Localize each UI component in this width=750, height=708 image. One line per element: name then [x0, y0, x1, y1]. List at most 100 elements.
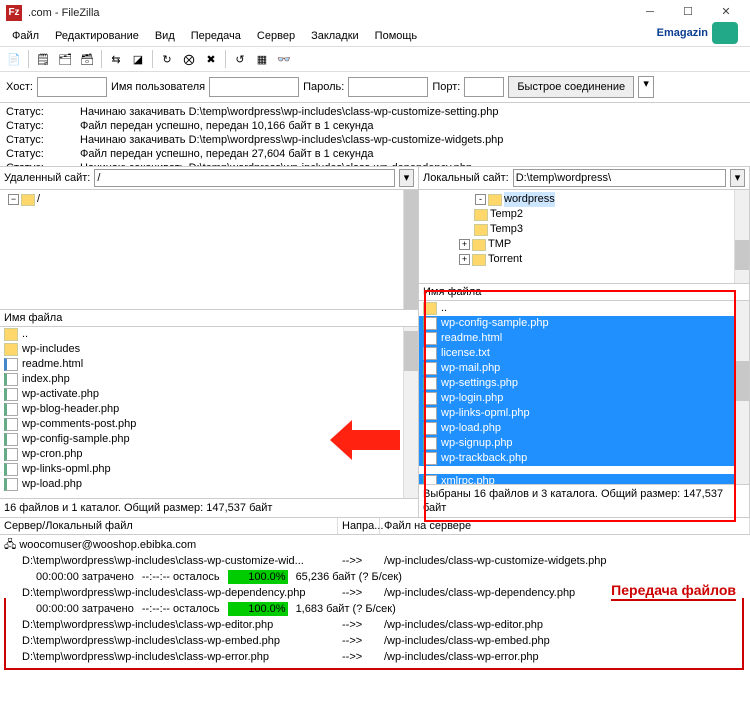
menu-view[interactable]: Вид — [149, 28, 181, 44]
queue-header[interactable]: Сервер/Локальный файл Напра... Файл на с… — [0, 518, 750, 535]
quickconnect-bar: Хост: Имя пользователя Пароль: Порт: Быс… — [0, 72, 750, 103]
reconnect-icon[interactable]: ↺ — [230, 49, 250, 69]
file-row[interactable]: wp-blog-header.php — [0, 402, 418, 417]
queue-body[interactable]: 🖧 woocomuser@wooshop.ebibka.comD:\temp\w… — [0, 535, 750, 667]
disconnect-icon[interactable]: ✖ — [201, 49, 221, 69]
compare-icon[interactable]: ◪ — [128, 49, 148, 69]
stop-icon[interactable]: ⨂ — [179, 49, 199, 69]
local-file-list[interactable]: ..wp-config-sample.phpreadme.htmllicense… — [419, 301, 749, 484]
tree-row[interactable]: Temp2 — [423, 207, 745, 222]
tree-label: Torrent — [488, 252, 522, 267]
menu-transfer[interactable]: Передача — [185, 28, 247, 44]
log-label: Статус: — [6, 147, 66, 161]
queue-col-server[interactable]: Файл на сервере — [380, 518, 750, 534]
sync-icon[interactable]: ⇆ — [106, 49, 126, 69]
scrollbar[interactable] — [403, 190, 418, 309]
close-button[interactable]: ✕ — [708, 3, 744, 23]
file-row[interactable]: wp-links-opml.php — [419, 406, 749, 421]
file-row[interactable]: .. — [419, 301, 749, 316]
log-label: Статус: — [6, 105, 66, 119]
file-row[interactable]: wp-load.php — [0, 477, 418, 492]
annotation-arrow — [330, 420, 400, 460]
log-message: Начинаю закачивать D:\temp\wordpress\wp-… — [80, 133, 503, 147]
queue-col-dir[interactable]: Напра... — [338, 518, 380, 534]
toggle-queue-icon[interactable]: 🗃 — [77, 49, 97, 69]
logo: Emagazin — [657, 22, 738, 44]
local-path-dropdown[interactable]: ▾ — [730, 169, 745, 187]
local-files-header[interactable]: Имя файла — [419, 284, 749, 301]
file-name: .. — [441, 301, 447, 316]
file-row[interactable]: readme.html — [0, 357, 418, 372]
expand-icon[interactable]: - — [475, 194, 486, 205]
remote-files-header[interactable]: Имя файла — [0, 310, 418, 327]
file-row[interactable]: wp-mail.php — [419, 361, 749, 376]
expand-icon[interactable]: + — [459, 254, 470, 265]
file-row[interactable]: wp-activate.php — [0, 387, 418, 402]
refresh-icon[interactable]: ↻ — [157, 49, 177, 69]
queue-direction: -->> — [342, 617, 384, 633]
tree-row[interactable]: + Torrent — [423, 252, 745, 267]
file-name: wp-links-opml.php — [441, 406, 530, 421]
quickconnect-button[interactable]: Быстрое соединение — [508, 76, 634, 98]
file-row[interactable]: xmlrpc.php — [419, 474, 749, 484]
scrollbar[interactable] — [734, 301, 749, 484]
local-tree[interactable]: -wordpressTemp2Temp3 + TMP + Torrent — [419, 190, 749, 284]
expand-icon[interactable]: + — [459, 239, 470, 250]
menu-bookmarks[interactable]: Закладки — [305, 28, 365, 44]
queue-local-file: D:\temp\wordpress\wp-includes\class-wp-e… — [4, 649, 342, 665]
php-icon — [423, 437, 437, 450]
local-status: Выбраны 16 файлов и 3 каталога. Общий ра… — [419, 484, 749, 517]
file-row[interactable]: index.php — [0, 372, 418, 387]
file-row[interactable]: .. — [0, 327, 418, 342]
file-row[interactable]: wp-settings.php — [419, 376, 749, 391]
file-row[interactable]: wp-load.php — [419, 421, 749, 436]
scrollbar[interactable] — [734, 190, 749, 283]
queue-row[interactable]: D:\temp\wordpress\wp-includes\class-wp-e… — [0, 649, 750, 665]
tree-row[interactable]: + TMP — [423, 237, 745, 252]
scrollbar[interactable] — [403, 327, 418, 498]
quickconnect-dropdown[interactable]: ▾ — [638, 76, 654, 98]
menu-server[interactable]: Сервер — [251, 28, 301, 44]
pass-input[interactable] — [348, 77, 428, 97]
remote-tree[interactable]: −/ — [0, 190, 418, 310]
sitemanager-icon[interactable]: 📄 — [4, 49, 24, 69]
tree-row[interactable]: Temp3 — [423, 222, 745, 237]
queue-local-file: D:\temp\wordpress\wp-includes\class-wp-e… — [4, 633, 342, 649]
toggle-tree-icon[interactable]: 🗂 — [55, 49, 75, 69]
queue-row[interactable]: D:\temp\wordpress\wp-includes\class-wp-c… — [0, 553, 750, 569]
file-row[interactable]: wp-includes — [0, 342, 418, 357]
expand-icon[interactable]: − — [8, 194, 19, 205]
menu-edit[interactable]: Редактирование — [49, 28, 145, 44]
local-path-input[interactable] — [513, 169, 726, 187]
file-row[interactable]: wp-trackback.php — [419, 451, 749, 466]
remote-path-input[interactable] — [94, 169, 395, 187]
file-row[interactable]: wp-config-sample.php — [419, 316, 749, 331]
maximize-button[interactable]: ☐ — [670, 3, 706, 23]
filter-icon[interactable]: ▦ — [252, 49, 272, 69]
user-input[interactable] — [209, 77, 299, 97]
queue-col-file[interactable]: Сервер/Локальный файл — [0, 518, 338, 534]
minimize-button[interactable]: ─ — [632, 3, 668, 23]
queue-row[interactable]: D:\temp\wordpress\wp-includes\class-wp-e… — [0, 633, 750, 649]
menu-help[interactable]: Помощь — [369, 28, 424, 44]
file-row[interactable]: wp-signup.php — [419, 436, 749, 451]
php-icon — [423, 392, 437, 405]
remote-tree-root[interactable]: / — [37, 192, 40, 207]
file-row[interactable]: wp-login.php — [419, 391, 749, 406]
port-input[interactable] — [464, 77, 504, 97]
toggle-log-icon[interactable]: 🗒 — [33, 49, 53, 69]
queue-row[interactable]: D:\temp\wordpress\wp-includes\class-wp-e… — [0, 617, 750, 633]
remote-file-list[interactable]: ..wp-includesreadme.htmlindex.phpwp-acti… — [0, 327, 418, 498]
tree-row[interactable]: -wordpress — [423, 192, 745, 207]
file-row[interactable]: readme.html — [419, 331, 749, 346]
remote-path-dropdown[interactable]: ▾ — [399, 169, 414, 187]
file-row[interactable]: wp-links-opml.php — [0, 462, 418, 477]
file-name: license.txt — [441, 346, 490, 361]
find-icon[interactable]: 👓 — [274, 49, 294, 69]
tree-label: TMP — [488, 237, 511, 252]
menu-file[interactable]: Файл — [6, 28, 45, 44]
message-log[interactable]: Статус: Начинаю закачивать D:\temp\wordpr… — [0, 103, 750, 167]
host-input[interactable] — [37, 77, 107, 97]
php-icon — [423, 377, 437, 390]
file-row[interactable]: license.txt — [419, 346, 749, 361]
